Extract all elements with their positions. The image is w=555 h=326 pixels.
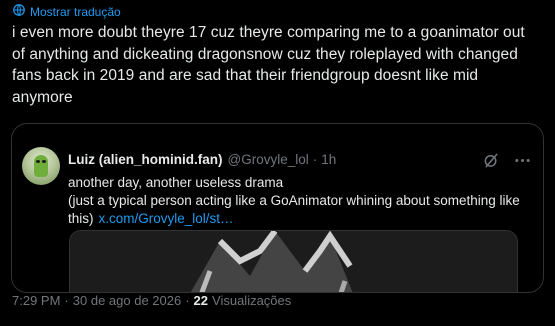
translate-globe-icon xyxy=(12,3,26,21)
post-metadata: 7:29 PM · 30 de ago de 2026 · 22 Visuali… xyxy=(12,293,291,309)
quoted-display-name[interactable]: Luiz (alien_hominid.fan) xyxy=(68,151,223,169)
avatar[interactable] xyxy=(22,147,60,185)
quoted-line-2-wrap: (just a typical person acting like a GoA… xyxy=(68,192,528,228)
separator-dot: · xyxy=(185,293,190,308)
quoted-link[interactable]: x.com/Grovyle_lol/st… xyxy=(99,211,234,226)
quoted-timestamp[interactable]: 1h xyxy=(321,151,336,169)
quoted-post-card[interactable]: Luiz (alien_hominid.fan) @Grovyle_lol · … xyxy=(11,123,544,293)
quoted-handle[interactable]: @Grovyle_lol xyxy=(228,151,309,169)
post-text: i even more doubt theyre 17 cuz theyre c… xyxy=(12,24,525,106)
avatar-figure xyxy=(34,155,48,177)
views-count[interactable]: 22 xyxy=(194,293,208,309)
more-dots-icon[interactable] xyxy=(514,152,531,174)
post-time[interactable]: 7:29 PM xyxy=(12,293,60,309)
avatar-eye-left xyxy=(36,160,40,163)
post-date[interactable]: 30 de ago de 2026 xyxy=(73,293,181,309)
quoted-post-actions xyxy=(483,152,531,174)
quoted-post-header: Luiz (alien_hominid.fan) @Grovyle_lol · … xyxy=(68,151,336,169)
separator-dot: · xyxy=(64,293,69,308)
separator-dot: · xyxy=(312,152,318,167)
grok-slash-icon[interactable] xyxy=(483,152,500,174)
quoted-post-text: another day, another useless drama (just… xyxy=(68,174,528,228)
show-translation-label[interactable]: Mostrar tradução xyxy=(30,4,121,20)
avatar-eye-right xyxy=(42,160,46,163)
show-translation-link[interactable]: Mostrar tradução xyxy=(12,3,121,21)
quoted-media-image[interactable] xyxy=(69,230,518,292)
views-label: Visualizações xyxy=(212,293,292,308)
quoted-line-1: another day, another useless drama xyxy=(68,175,284,190)
